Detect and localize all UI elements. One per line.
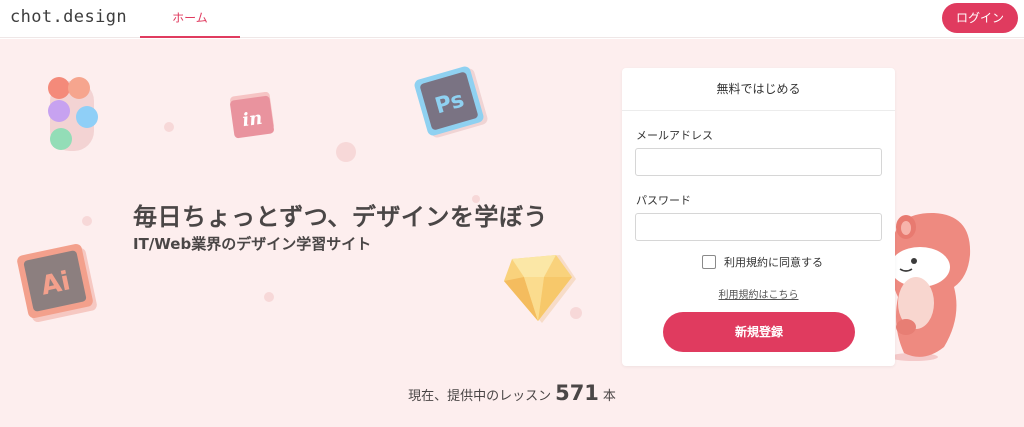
email-label: メールアドレス: [636, 129, 713, 142]
hero-section: in Ps Ai 毎日ちょっとずつ、デザインを学ぼう IT/Web業界のデザイン…: [0, 39, 1024, 427]
email-input[interactable]: [635, 148, 882, 176]
terms-agree-label[interactable]: 利用規約に同意する: [724, 254, 823, 270]
terms-link[interactable]: 利用規約はこちら: [622, 286, 895, 301]
decor-dot: [336, 142, 356, 162]
illustrator-icon: Ai: [17, 243, 97, 323]
lesson-count-prefix: 現在、提供中のレッスン: [408, 389, 552, 404]
decor-dot: [82, 216, 92, 226]
lesson-count-number: 571: [555, 381, 599, 405]
decor-dot: [164, 122, 174, 132]
hero-subheadline: IT/Web業界のデザイン学習サイト: [133, 235, 372, 253]
signup-card: 無料ではじめる メールアドレス パスワード 利用規約に同意する 利用規約はこちら…: [622, 68, 895, 366]
sketch-gem-icon: [504, 255, 576, 323]
site-logo[interactable]: chot.design: [10, 7, 127, 27]
password-label: パスワード: [636, 194, 691, 207]
illustrator-icon-label: Ai: [38, 266, 73, 301]
signup-button[interactable]: 新規登録: [663, 312, 855, 352]
hero-headline: 毎日ちょっとずつ、デザインを学ぼう: [133, 203, 548, 231]
password-input[interactable]: [635, 213, 882, 241]
nav-tab-home[interactable]: ホーム: [140, 0, 240, 38]
top-header: chot.design ホーム ログイン: [0, 0, 1024, 38]
mascot-hamster-illustration: [890, 212, 971, 361]
photoshop-icon: Ps: [414, 66, 488, 138]
login-button[interactable]: ログイン: [942, 3, 1018, 33]
invision-icon-label: in: [241, 108, 264, 132]
terms-agree-checkbox[interactable]: [702, 255, 716, 269]
decor-dot: [264, 292, 274, 302]
terms-agree-row[interactable]: 利用規約に同意する: [702, 254, 823, 270]
lesson-count-suffix: 本: [602, 389, 616, 404]
signup-card-title: 無料ではじめる: [622, 68, 895, 111]
invision-icon: in: [230, 92, 274, 139]
lesson-count-text: 現在、提供中のレッスン 571 本: [0, 381, 1024, 405]
figma-icon: [48, 77, 98, 151]
